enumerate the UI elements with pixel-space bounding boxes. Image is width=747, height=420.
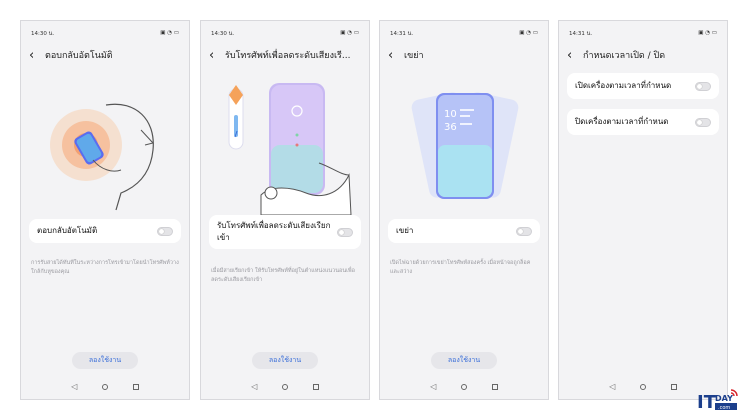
nav-recent-icon[interactable] — [312, 384, 319, 390]
back-icon[interactable]: ‹ — [388, 49, 404, 62]
screen-scheduled-power: 14:31 น. ▣ ◔ ▭ ‹ กำหนดเวลาเปิด / ปิด เปิ… — [558, 20, 728, 400]
status-bar: 14:30 น. ▣ ◔ ▭ — [31, 30, 179, 38]
status-icons: ▣ ◔ ▭ — [340, 30, 359, 36]
scheduled-power-on-row[interactable]: เปิดเครื่องตามเวลาที่กำหนด — [567, 73, 719, 99]
status-bar: 14:30 น. ▣ ◔ ▭ — [211, 30, 359, 38]
status-time: 14:31 น. — [569, 31, 593, 37]
screen-lift-to-lower-ringtone: 14:30 น. ▣ ◔ ▭ ‹ รับโทรศัพท์เพื่อลดระดับ… — [200, 20, 370, 400]
shake-illustration: 10 36 — [411, 92, 519, 199]
try-button[interactable]: ลองใช้งาน — [431, 352, 497, 369]
scheduled-power-off-row[interactable]: ปิดเครื่องตามเวลาที่กำหนด — [567, 109, 719, 135]
auto-answer-illustration — [50, 103, 154, 211]
lift-lower-ringtone-description: เมื่อมีสายเรียกเข้า ให้รับโทรศัพท์ที่อยู… — [211, 268, 355, 283]
nav-back-icon[interactable]: ◁ — [71, 382, 77, 392]
shake-toggle[interactable] — [516, 226, 532, 236]
screen-auto-answer: 14:30 น. ▣ ◔ ▭ ‹ ตอบกลับอัตโนมัติ ตอบกลั… — [20, 20, 190, 400]
scheduled-power-on-toggle[interactable] — [695, 81, 711, 91]
auto-answer-toggle[interactable] — [157, 226, 173, 236]
page-title: กำหนดเวลาเปิด / ปิด — [583, 51, 666, 61]
nav-bar: ◁ — [380, 382, 548, 392]
status-time: 14:30 น. — [211, 31, 235, 37]
auto-answer-label: ตอบกลับอัตโนมัติ — [37, 226, 98, 235]
page-title: เขย่า — [404, 51, 424, 61]
scheduled-power-off-toggle[interactable] — [695, 117, 711, 127]
logo-it: IT — [697, 392, 717, 413]
nav-bar: ◁ — [201, 382, 369, 392]
status-bar: 14:31 น. ▣ ◔ ▭ — [569, 30, 717, 38]
lift-lower-ringtone-label: รับโทรศัพท์เพื่อลดระดับเสียงเรียกเข้า — [217, 221, 331, 242]
itday-logo: IT DAY .com — [697, 389, 738, 413]
status-icons: ▣ ◔ ▭ — [698, 30, 717, 36]
page-title: รับโทรศัพท์เพื่อลดระดับเสียงเรี... — [225, 51, 351, 61]
clock-hour: 10 — [444, 109, 457, 120]
auto-answer-description: การรับสายได้ทันทีในระหว่างการโทรเข้ามาโด… — [31, 260, 179, 275]
lift-phone-illustration — [228, 83, 352, 215]
auto-answer-row[interactable]: ตอบกลับอัตโนมัติ — [29, 219, 181, 243]
screen-shake: 14:31 น. ▣ ◔ ▭ ‹ เขย่า 10 36 เขย่า เปิดไ… — [379, 20, 549, 400]
scheduled-power-off-label: ปิดเครื่องตามเวลาที่กำหนด — [575, 117, 669, 126]
scheduled-power-on-label: เปิดเครื่องตามเวลาที่กำหนด — [575, 81, 672, 90]
page-title: ตอบกลับอัตโนมัติ — [45, 51, 113, 61]
nav-back-icon[interactable]: ◁ — [430, 382, 436, 392]
shake-label: เขย่า — [396, 226, 414, 235]
try-button[interactable]: ลองใช้งาน — [252, 352, 318, 369]
status-icons: ▣ ◔ ▭ — [160, 30, 179, 36]
nav-recent-icon[interactable] — [132, 384, 139, 390]
status-icons: ▣ ◔ ▭ — [519, 30, 538, 36]
nav-home-icon[interactable] — [282, 384, 289, 390]
logo-day: DAY — [715, 394, 733, 403]
back-icon[interactable]: ‹ — [29, 49, 45, 62]
status-time: 14:30 น. — [31, 31, 55, 37]
status-bar: 14:31 น. ▣ ◔ ▭ — [390, 30, 538, 38]
lift-lower-ringtone-toggle[interactable] — [337, 227, 353, 237]
nav-back-icon[interactable]: ◁ — [251, 382, 257, 392]
lift-lower-ringtone-row[interactable]: รับโทรศัพท์เพื่อลดระดับเสียงเรียกเข้า — [209, 215, 361, 249]
nav-bar: ◁ — [21, 382, 189, 392]
status-time: 14:31 น. — [390, 31, 414, 37]
try-button[interactable]: ลองใช้งาน — [72, 352, 138, 369]
back-icon[interactable]: ‹ — [567, 49, 583, 62]
back-icon[interactable]: ‹ — [209, 49, 225, 62]
nav-home-icon[interactable] — [461, 384, 468, 390]
shake-description: เปิดไฟฉายด้วยการเขย่าโทรศัพท์สองครั้ง เม… — [390, 260, 531, 275]
nav-home-icon[interactable] — [640, 384, 647, 390]
nav-home-icon[interactable] — [102, 384, 109, 390]
nav-recent-icon[interactable] — [670, 384, 677, 390]
clock-minute: 36 — [444, 122, 457, 133]
logo-sub: .com — [718, 405, 730, 411]
nav-back-icon[interactable]: ◁ — [609, 382, 615, 392]
nav-recent-icon[interactable] — [491, 384, 498, 390]
shake-row[interactable]: เขย่า — [388, 219, 540, 243]
